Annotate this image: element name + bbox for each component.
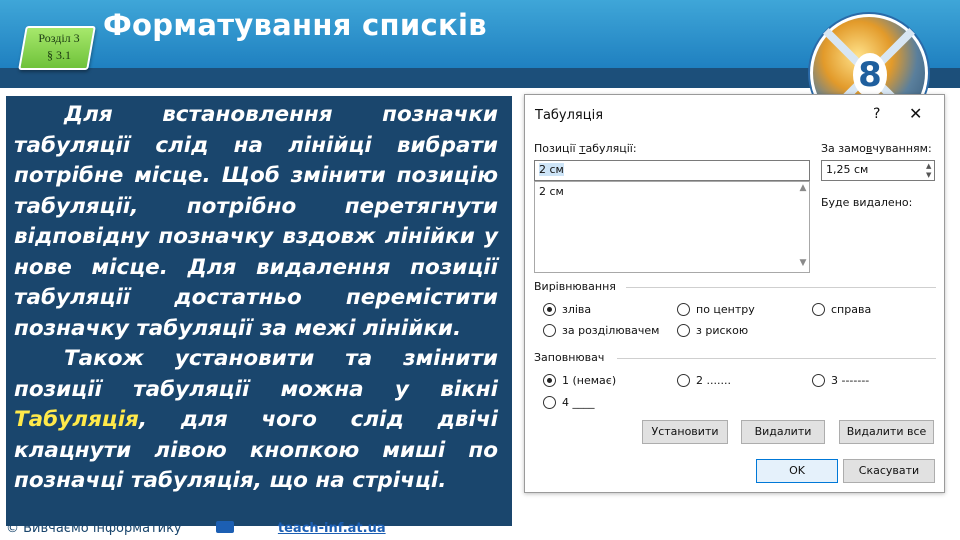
computer-icon — [215, 521, 234, 533]
divider — [626, 287, 936, 288]
radio-circle — [677, 374, 690, 387]
tabs-dialog: Табуляція ? ✕ Позиції табуляції: 2 см 2 … — [524, 94, 945, 493]
radio-label: 4 ____ — [562, 396, 595, 409]
highlight-term: Табуляція — [14, 407, 139, 432]
scroll-up-icon[interactable]: ▲ — [797, 183, 809, 193]
label-part: абуляції: — [585, 142, 637, 155]
divider — [617, 358, 936, 359]
radio-label: зліва — [562, 303, 592, 316]
default-stops-spinner[interactable]: 1,25 см — [821, 160, 935, 181]
list-item[interactable]: 2 см — [539, 185, 564, 198]
to-clear-label: Буде видалено: — [821, 196, 913, 209]
slide-title: Форматування списків — [103, 8, 487, 42]
tab-stops-list[interactable]: 2 см ▲ ▼ — [534, 181, 810, 273]
radio-circle — [543, 396, 556, 409]
tab-positions-label: Позиції табуляції: — [534, 142, 637, 155]
default-stops-label: За замовчуванням: — [821, 142, 932, 155]
section-badge-text: Розділ 3 § 3.1 — [26, 30, 92, 64]
label-part: чуванням: — [872, 142, 932, 155]
section-label: Розділ 3 — [38, 31, 80, 45]
logo-number: 8 — [853, 53, 887, 97]
spin-down-icon[interactable]: ▼ — [926, 171, 931, 179]
paragraph-2: Також установити та змінити позиції табу… — [14, 344, 498, 497]
radio-circle — [812, 303, 825, 316]
paragraph-label: § 3.1 — [47, 48, 71, 62]
clear-button[interactable]: Видалити — [741, 420, 825, 444]
radio-circle — [543, 374, 556, 387]
align-left-radio[interactable]: зліва — [543, 303, 591, 316]
radio-label: по центру — [696, 303, 755, 316]
spin-up-icon[interactable]: ▲ — [926, 162, 931, 170]
dialog-title: Табуляція — [535, 108, 604, 123]
tab-position-value: 2 см — [539, 163, 564, 176]
radio-circle — [677, 303, 690, 316]
text-panel: Для встановлення позначки табуляції слід… — [6, 96, 512, 526]
leader-2-radio[interactable]: 2 ....... — [677, 374, 731, 387]
label-part: Позиції — [534, 142, 580, 155]
scroll-down-icon[interactable]: ▼ — [797, 258, 809, 268]
radio-circle — [543, 324, 556, 337]
footer: © Вивчаємо інформатику teach-inf.at.ua — [6, 521, 386, 536]
radio-label: справа — [831, 303, 872, 316]
leader-1-radio[interactable]: 1 (немає) — [543, 374, 616, 387]
cancel-button[interactable]: Скасувати — [843, 459, 935, 483]
radio-circle — [677, 324, 690, 337]
set-button[interactable]: Установити — [642, 420, 728, 444]
default-stops-value: 1,25 см — [826, 163, 869, 176]
radio-circle — [543, 303, 556, 316]
leader-4-radio[interactable]: 4 ____ — [543, 396, 595, 409]
align-bar-radio[interactable]: з рискою — [677, 324, 748, 337]
align-decimal-radio[interactable]: за розділювачем — [543, 324, 659, 337]
radio-label: з рискою — [696, 324, 749, 337]
radio-label: 1 (немає) — [562, 374, 617, 387]
copyright: © Вивчаємо інформатику — [6, 521, 182, 536]
paragraph-1: Для встановлення позначки табуляції слід… — [14, 102, 498, 341]
leader-3-radio[interactable]: 3 ------- — [812, 374, 869, 387]
tab-position-input[interactable]: 2 см — [534, 160, 810, 181]
close-icon[interactable]: ✕ — [909, 104, 922, 123]
align-right-radio[interactable]: справа — [812, 303, 871, 316]
site-link[interactable]: teach-inf.at.ua — [278, 521, 386, 536]
radio-label: за розділювачем — [562, 324, 660, 337]
align-center-radio[interactable]: по центру — [677, 303, 755, 316]
radio-label: 3 ------- — [831, 374, 870, 387]
ok-button[interactable]: OK — [756, 459, 838, 483]
label-part: За замо — [821, 142, 866, 155]
radio-circle — [812, 374, 825, 387]
clear-all-button[interactable]: Видалити все — [839, 420, 934, 444]
leader-group-title: Заповнювач — [534, 351, 605, 364]
paragraph-2-start: Також установити та змінити позиції табу… — [14, 346, 498, 402]
radio-label: 2 ....... — [696, 374, 731, 387]
alignment-group-title: Вирівнювання — [534, 280, 616, 293]
help-button[interactable]: ? — [873, 106, 880, 122]
